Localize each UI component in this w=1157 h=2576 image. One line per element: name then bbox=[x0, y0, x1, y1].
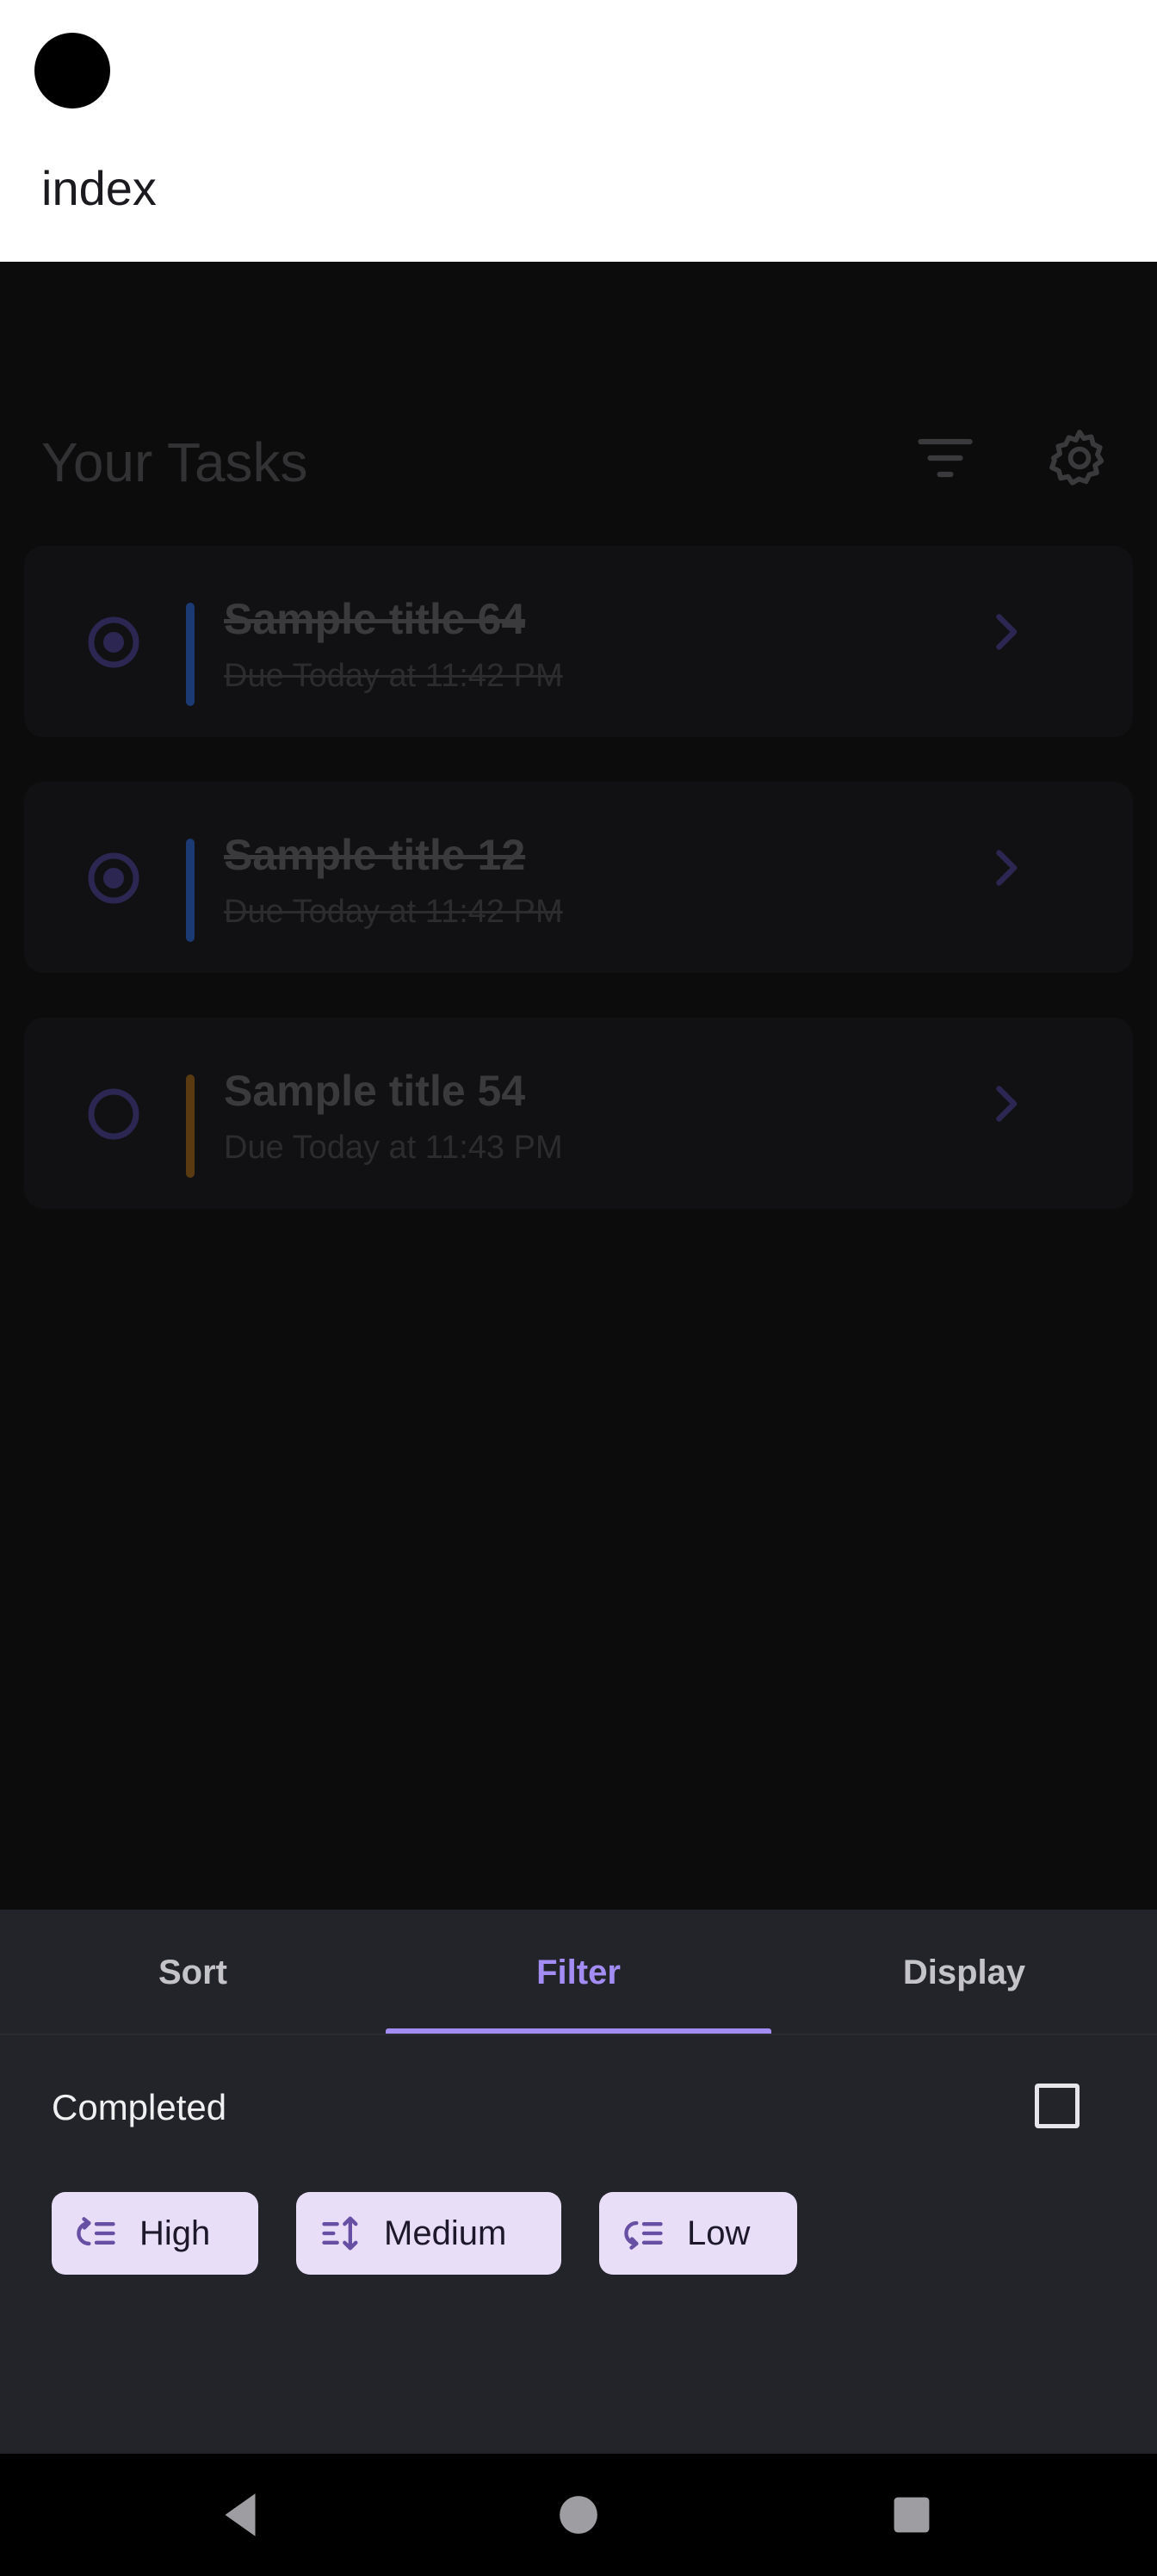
filter-chip-medium[interactable]: Medium bbox=[296, 2192, 561, 2275]
chip-label: Low bbox=[687, 2214, 751, 2252]
task-title: Sample title 54 bbox=[224, 1067, 526, 1115]
chevron-right-icon[interactable] bbox=[980, 606, 1031, 658]
filter-bottom-sheet: Sort Filter Display Completed High Mediu… bbox=[0, 1910, 1157, 2454]
priority-bar bbox=[186, 603, 195, 706]
task-title: Sample title 12 bbox=[224, 831, 526, 879]
recents-icon[interactable] bbox=[882, 2485, 942, 2545]
route-header: index bbox=[0, 0, 1157, 262]
completed-label: Completed bbox=[52, 2087, 227, 2127]
task-card[interactable]: Sample title 64 Due Today at 11:42 PM bbox=[24, 546, 1133, 737]
route-title: index bbox=[41, 161, 157, 215]
priority-low-icon bbox=[622, 2211, 666, 2256]
divider bbox=[0, 2034, 1157, 2035]
task-due: Due Today at 11:43 PM bbox=[224, 1130, 563, 1166]
tab-sort[interactable]: Sort bbox=[0, 1910, 386, 2035]
tab-display[interactable]: Display bbox=[771, 1910, 1157, 2035]
filter-list-icon[interactable] bbox=[913, 425, 978, 491]
completed-radio-icon[interactable] bbox=[86, 851, 141, 906]
chip-label: High bbox=[139, 2214, 211, 2252]
system-nav-bar bbox=[0, 2454, 1157, 2576]
task-card[interactable]: Sample title 54 Due Today at 11:43 PM bbox=[24, 1018, 1133, 1209]
home-icon[interactable] bbox=[548, 2485, 609, 2545]
avatar bbox=[34, 33, 110, 108]
chip-label: Medium bbox=[384, 2214, 507, 2252]
filter-chip-low[interactable]: Low bbox=[599, 2192, 797, 2275]
task-title: Sample title 64 bbox=[224, 595, 526, 643]
priority-medium-icon bbox=[319, 2211, 363, 2256]
completed-radio-icon[interactable] bbox=[86, 615, 141, 670]
back-icon[interactable] bbox=[210, 2485, 270, 2545]
chevron-right-icon[interactable] bbox=[980, 842, 1031, 894]
priority-bar bbox=[186, 839, 195, 942]
tasks-screen: Your Tasks Sample title 64 Due Today at … bbox=[0, 262, 1157, 1910]
gear-icon[interactable] bbox=[1047, 425, 1112, 491]
tab-filter[interactable]: Filter bbox=[386, 1910, 771, 2035]
sheet-tabs: Sort Filter Display bbox=[0, 1910, 1157, 2035]
completed-checkbox[interactable] bbox=[1035, 2084, 1080, 2128]
priority-high-icon bbox=[74, 2211, 119, 2256]
chevron-right-icon[interactable] bbox=[980, 1078, 1031, 1130]
task-card[interactable]: Sample title 12 Due Today at 11:42 PM bbox=[24, 782, 1133, 973]
radio-unchecked-icon[interactable] bbox=[86, 1087, 141, 1142]
task-due: Due Today at 11:42 PM bbox=[224, 894, 563, 930]
page-title: Your Tasks bbox=[41, 431, 308, 493]
filter-chip-high[interactable]: High bbox=[52, 2192, 258, 2275]
priority-bar bbox=[186, 1074, 195, 1178]
task-due: Due Today at 11:42 PM bbox=[224, 658, 563, 694]
